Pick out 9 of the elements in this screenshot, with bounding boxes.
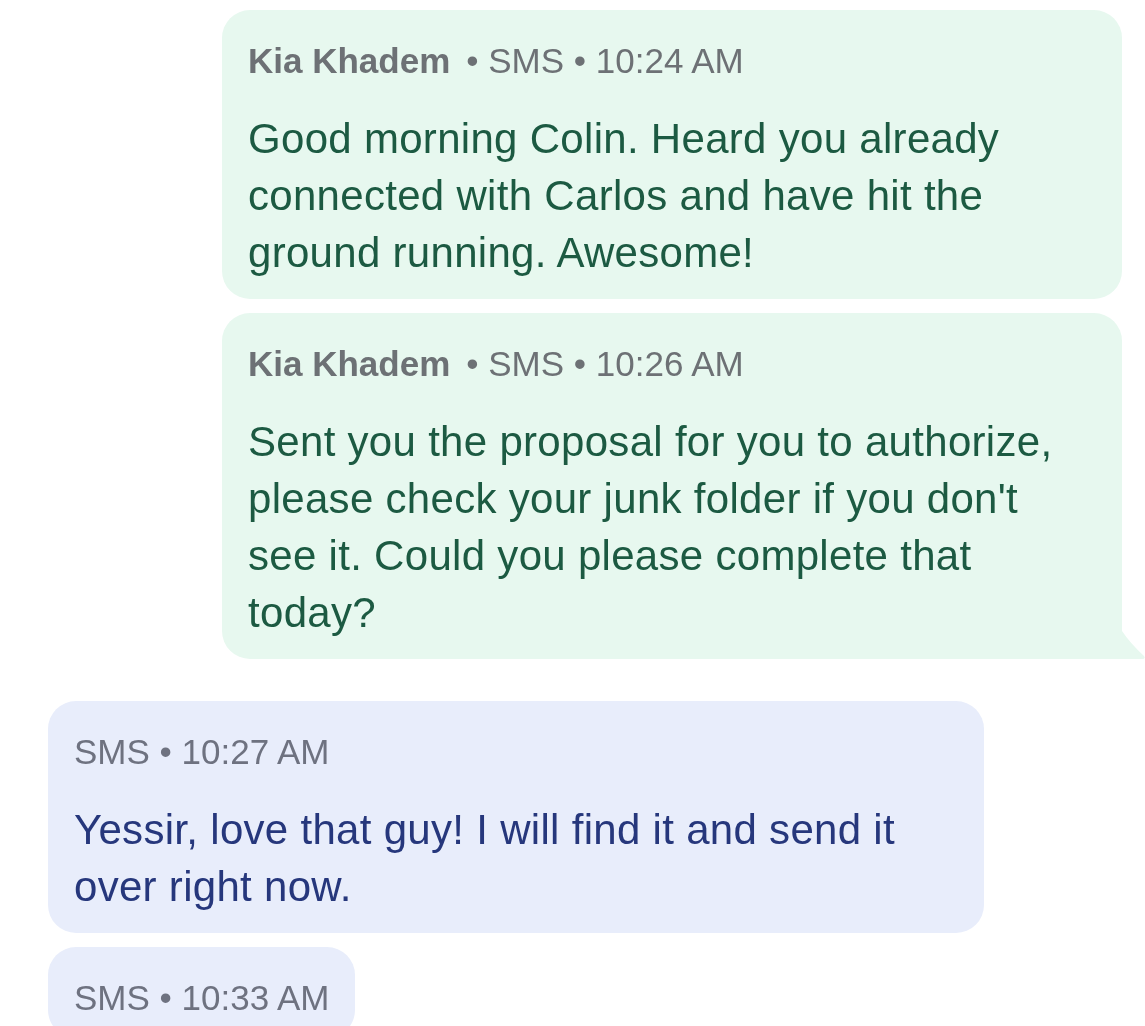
message-text: Yessir, love that guy! I will find it and send it over right now. bbox=[74, 805, 896, 912]
message-meta: • SMS • 10:24 AM bbox=[466, 40, 744, 82]
message-meta: • SMS • 10:26 AM bbox=[466, 343, 744, 385]
message-meta: SMS • 10:27 AM bbox=[74, 731, 330, 773]
message-text: Good morning Colin. Heard you already connected with Carlos and have hit the ground running. Awesome! bbox=[248, 114, 1001, 278]
message-text: Sent you the proposal for you to authorize, please check your junk folder if you don't see it. Could you please complete that today? bbox=[248, 417, 1054, 638]
sender-name: Kia Khadem bbox=[248, 40, 451, 82]
sender-name: Kia Khadem bbox=[248, 343, 451, 385]
message-meta: SMS • 10:33 AM bbox=[74, 977, 330, 1019]
